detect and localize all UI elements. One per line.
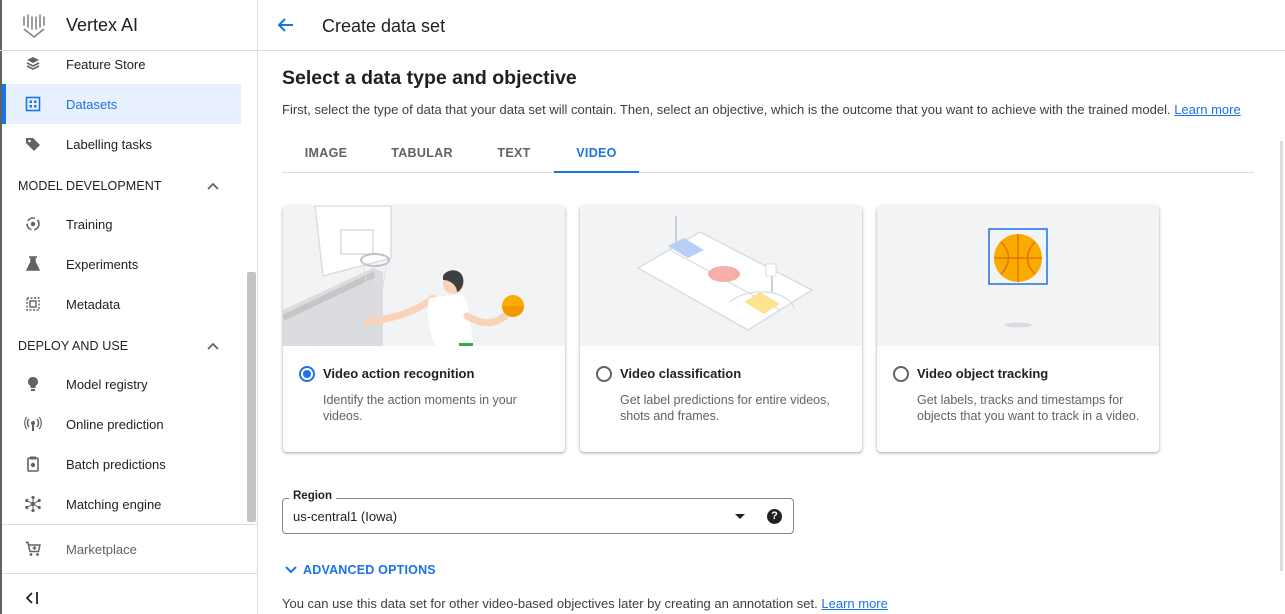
radio-unselected[interactable]	[596, 366, 612, 382]
sidebar-item-training[interactable]: Training	[2, 204, 241, 244]
app-title: Vertex AI	[66, 15, 139, 35]
section-heading: Select a data type and objective	[282, 67, 577, 89]
main-scrollbar[interactable]	[1280, 141, 1283, 571]
tab-tabular[interactable]: TABULAR	[370, 133, 474, 173]
footer-learn-more-link[interactable]: Learn more	[821, 596, 887, 611]
collapse-sidebar-icon[interactable]	[24, 590, 42, 606]
chevron-down-icon	[285, 566, 297, 574]
sidebar-item-batch-predictions[interactable]: Batch predictions	[2, 444, 241, 484]
region-label: Region	[289, 490, 336, 502]
experiments-icon	[25, 256, 41, 271]
sidebar-item-model-registry[interactable]: Model registry	[2, 364, 241, 404]
sidebar-item-online-prediction[interactable]: Online prediction	[2, 404, 241, 444]
page-title: Create data set	[322, 16, 446, 36]
sidebar-item-label: Experiments	[66, 257, 139, 272]
objective-card-object-tracking[interactable]: Video object tracking Get labels, tracks…	[877, 206, 1159, 452]
region-select[interactable]: Region us-central1 (Iowa) ?	[282, 490, 794, 534]
tab-video[interactable]: VIDEO	[554, 133, 639, 173]
sidebar-item-matching-engine[interactable]: Matching engine	[2, 484, 241, 524]
page-header: Create data set	[258, 0, 1285, 51]
data-type-tabs: IMAGE TABULAR TEXT VIDEO	[282, 133, 1254, 173]
objective-title: Video action recognition	[323, 366, 475, 381]
sidebar-item-datasets[interactable]: Datasets	[2, 84, 241, 124]
sidebar-item-label: Datasets	[66, 97, 118, 112]
sidebar-item-label: Feature Store	[66, 57, 146, 72]
vertex-ai-logo-icon	[23, 14, 45, 39]
tab-image[interactable]: IMAGE	[282, 133, 370, 173]
section-title: MODEL DEVELOPMENT	[18, 179, 162, 193]
sidebar-item-label: Marketplace	[66, 542, 137, 557]
intro-text: First, select the type of data that your…	[282, 102, 1241, 117]
objective-card-classification[interactable]: Video classification Get label predictio…	[580, 206, 862, 452]
radio-selected[interactable]	[299, 366, 315, 382]
objective-description: Get labels, tracks and timestamps for ob…	[917, 393, 1140, 423]
datasets-icon	[25, 96, 41, 112]
tracked-ball-illustration	[877, 206, 1159, 346]
region-value: us-central1 (Iowa)	[293, 509, 398, 524]
footer-text: You can use this data set for other vide…	[282, 596, 818, 611]
sidebar-item-metadata[interactable]: Metadata	[2, 284, 241, 324]
learn-more-link[interactable]: Learn more	[1174, 102, 1240, 117]
sidebar-item-label: Labelling tasks	[66, 137, 152, 152]
basketball-court-illustration	[580, 206, 862, 346]
sidebar-item-experiments[interactable]: Experiments	[2, 244, 241, 284]
section-model-development[interactable]: MODEL DEVELOPMENT	[2, 170, 241, 202]
tab-text[interactable]: TEXT	[474, 133, 554, 173]
chevron-up-icon	[207, 182, 219, 190]
sidebar-item-label: Model registry	[66, 377, 148, 392]
section-title: DEPLOY AND USE	[18, 339, 129, 353]
objective-card-action-recognition[interactable]: Video action recognition Identify the ac…	[283, 206, 565, 452]
advanced-options-label: ADVANCED OPTIONS	[303, 563, 436, 577]
objective-description: Get label predictions for entire videos,…	[620, 393, 830, 423]
section-deploy-and-use[interactable]: DEPLOY AND USE	[2, 330, 241, 362]
main-content: Select a data type and objective First, …	[258, 51, 1285, 614]
radio-unselected[interactable]	[893, 366, 909, 382]
dropdown-arrow-icon[interactable]	[735, 514, 745, 519]
training-icon	[26, 217, 40, 231]
divider	[2, 573, 257, 574]
divider	[2, 524, 257, 525]
online-prediction-icon	[24, 416, 42, 431]
sidebar-item-label: Matching engine	[66, 497, 162, 512]
cart-icon	[25, 541, 41, 556]
objective-title: Video classification	[620, 366, 742, 381]
sidebar-item-labelling-tasks[interactable]: Labelling tasks	[2, 124, 241, 164]
chevron-up-icon	[207, 342, 219, 350]
sidebar-item-label: Training	[66, 217, 113, 232]
model-registry-icon	[28, 377, 38, 391]
sidebar-item-marketplace[interactable]: Marketplace	[2, 529, 241, 569]
metadata-icon	[26, 297, 40, 311]
batch-predictions-icon	[27, 456, 39, 472]
help-icon[interactable]: ?	[767, 509, 782, 524]
sidebar-item-label: Online prediction	[66, 417, 164, 432]
footer-note: You can use this data set for other vide…	[282, 596, 888, 611]
sidebar-scrollbar[interactable]	[247, 272, 256, 522]
sidebar-item-label: Batch predictions	[66, 457, 166, 472]
label-tag-icon	[26, 138, 40, 151]
sidebar-item-label: Metadata	[66, 297, 121, 312]
intro-body: First, select the type of data that your…	[282, 102, 1171, 117]
back-arrow-icon[interactable]	[276, 15, 296, 35]
objective-description: Identify the action moments in your vide…	[323, 393, 517, 423]
matching-engine-icon	[25, 495, 41, 513]
basketball-player-illustration	[283, 206, 565, 346]
sidebar-item-feature-store[interactable]: Feature Store	[2, 44, 241, 84]
sidebar: Vertex AI Feature Store Datasets Labelli…	[0, 0, 258, 614]
app-root: Vertex AI Feature Store Datasets Labelli…	[0, 0, 1285, 614]
objective-title: Video object tracking	[917, 366, 1049, 381]
feature-store-icon	[26, 57, 40, 70]
